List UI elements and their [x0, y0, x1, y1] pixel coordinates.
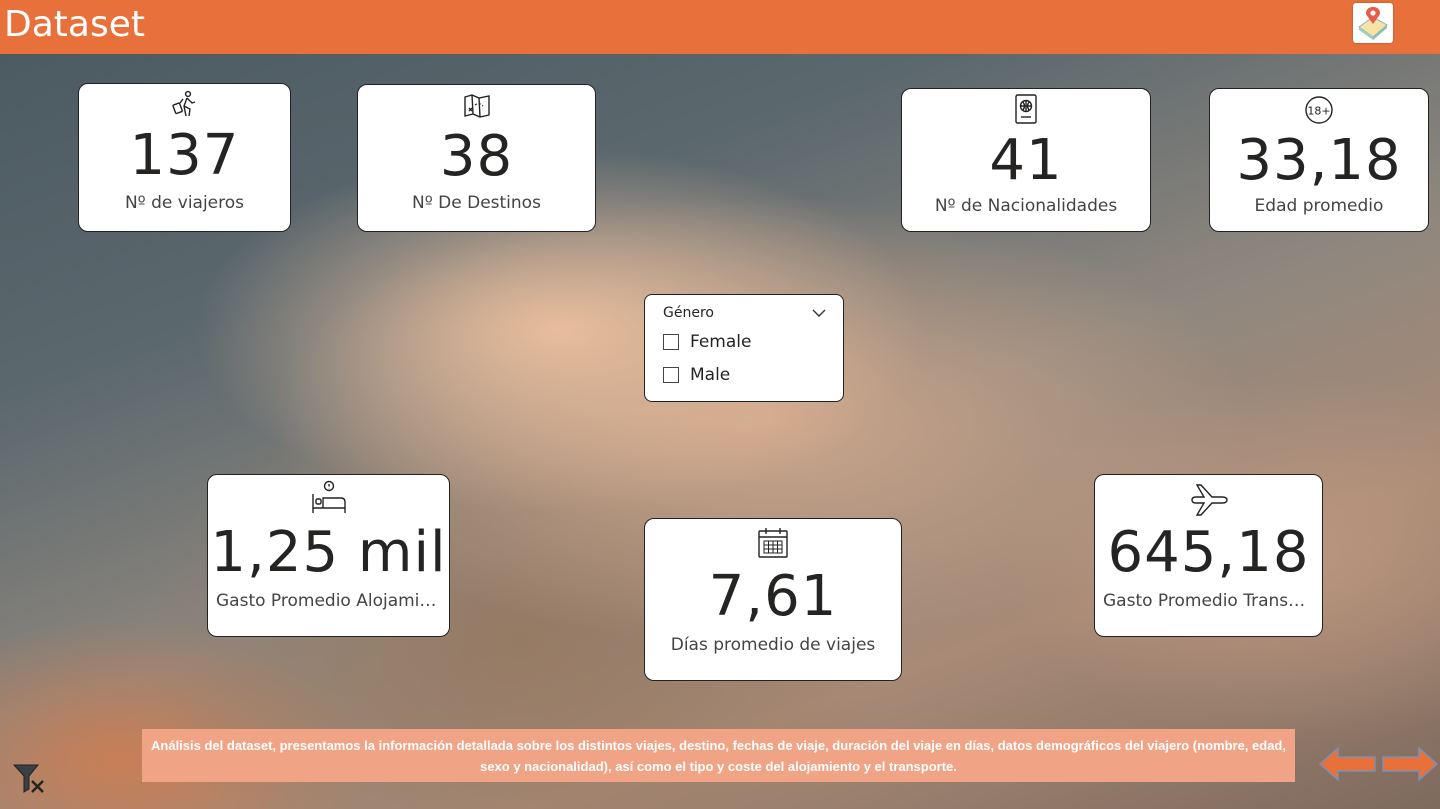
kpi-label-nationalities: Nº de Nacionalidades: [934, 196, 1118, 216]
kpi-label-destinations: Nº De Destinos: [412, 193, 541, 213]
kpi-value-lodging-cost: 1,25 mil: [210, 520, 447, 585]
kpi-value-travelers: 137: [129, 123, 240, 188]
slicer-option-label: Male: [690, 365, 731, 385]
kpi-value-average-days: 7,61: [708, 564, 838, 629]
age-18-plus-icon: 18+: [1304, 95, 1334, 129]
kpi-card-destinations: 38 Nº De Destinos: [357, 84, 596, 232]
header-bar: Dataset: [0, 0, 1440, 54]
kpi-label-average-days: Días promedio de viajes: [670, 635, 876, 655]
kpi-card-lodging-cost: 1,25 mil Gasto Promedio Alojamie...: [207, 474, 450, 637]
arrow-left-icon[interactable]: [1318, 746, 1377, 786]
calendar-icon: [757, 527, 789, 563]
folded-map-icon: [463, 93, 491, 123]
chevron-down-icon[interactable]: [811, 304, 827, 323]
checkbox-female[interactable]: [663, 334, 679, 350]
dataset-description: Análisis del dataset, presentamos la inf…: [142, 729, 1295, 782]
kpi-card-average-age: 18+ 33,18 Edad promedio: [1209, 88, 1429, 232]
page-title: Dataset: [4, 4, 145, 45]
bed-icon: [311, 480, 347, 518]
kpi-label-lodging-cost: Gasto Promedio Alojamie...: [216, 591, 447, 611]
kpi-label-average-age: Edad promedio: [1254, 196, 1384, 216]
kpi-value-transport-cost: 645,18: [1107, 520, 1310, 585]
passport-icon: [1014, 94, 1038, 128]
kpi-value-destinations: 38: [439, 124, 514, 189]
arrow-right-icon[interactable]: [1382, 746, 1439, 786]
kpi-card-nationalities: 41 Nº de Nacionalidades: [901, 88, 1151, 232]
svg-text:18+: 18+: [1307, 105, 1330, 118]
slicer-title: Género: [663, 305, 714, 321]
kpi-value-nationalities: 41: [989, 128, 1063, 193]
map-pin-icon[interactable]: [1353, 3, 1393, 43]
kpi-value-average-age: 33,18: [1236, 128, 1402, 193]
kpi-card-average-days: 7,61 Días promedio de viajes: [644, 518, 902, 681]
kpi-label-travelers: Nº de viajeros: [124, 193, 245, 213]
gender-slicer: Género Female Male: [644, 294, 844, 402]
kpi-card-transport-cost: 645,18 Gasto Promedio Transp...: [1094, 474, 1323, 637]
airplane-icon: [1189, 483, 1229, 521]
slicer-option-female[interactable]: Female: [663, 331, 751, 353]
traveler-luggage-icon: [171, 90, 199, 122]
kpi-card-travelers: 137 Nº de viajeros: [78, 83, 291, 232]
slicer-option-male[interactable]: Male: [663, 364, 730, 386]
checkbox-male[interactable]: [663, 367, 679, 383]
kpi-label-transport-cost: Gasto Promedio Transp...: [1103, 591, 1316, 611]
slicer-option-label: Female: [690, 332, 752, 352]
clear-filter-icon[interactable]: [12, 762, 46, 794]
